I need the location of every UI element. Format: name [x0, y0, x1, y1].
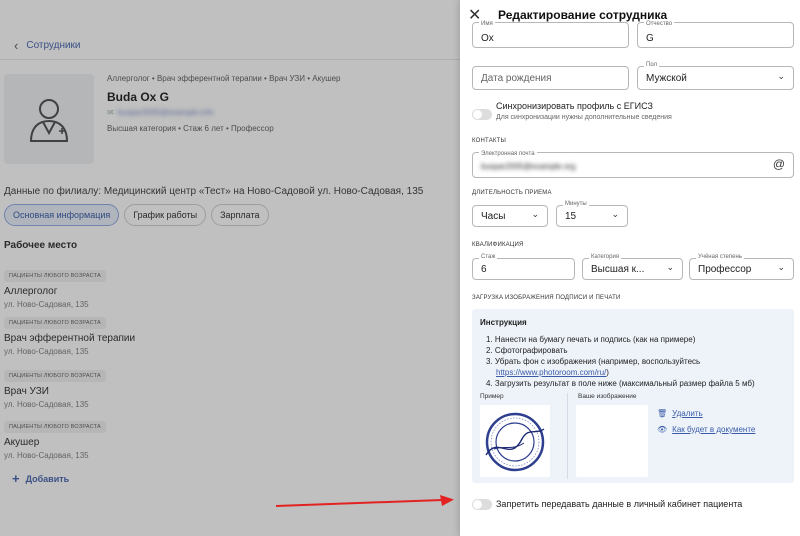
instruction-step: 2. Сфотографировать	[486, 346, 568, 355]
trash-icon: 🗑	[657, 409, 668, 418]
duration-section-title: Длительность приема	[472, 190, 552, 196]
forbid-data-toggle[interactable]	[472, 499, 492, 510]
email-label: Электронная почта	[479, 151, 537, 157]
sync-egisz-hint: Для синхронизации нужны дополнительные с…	[496, 114, 672, 121]
contacts-section-title: Контакты	[472, 138, 506, 144]
birthdate-field[interactable]: Дата рождения	[472, 66, 629, 90]
chevron-down-icon: ⌄	[777, 71, 785, 81]
delete-label: Удалить	[672, 409, 703, 418]
category-select[interactable]: Категория Высшая к... ⌄	[582, 254, 683, 280]
qualification-section-title: Квалификация	[472, 242, 524, 248]
instruction-step: 4. Загрузить результат в поле ниже (макс…	[486, 379, 755, 388]
preview-label: Как будет в документе	[672, 425, 756, 434]
patronymic-value: G	[646, 33, 654, 44]
instruction-link-tail: )	[606, 368, 609, 377]
category-value: Высшая к...	[591, 264, 645, 275]
experience-field[interactable]: Стаж 6	[472, 254, 575, 280]
modal-overlay[interactable]	[0, 0, 460, 536]
signature-upload-area[interactable]	[576, 405, 648, 477]
email-field[interactable]: Электронная почта buspar2005@example.org…	[472, 151, 794, 178]
example-label: Пример	[480, 393, 504, 400]
birthdate-placeholder: Дата рождения	[481, 73, 552, 84]
chevron-down-icon: ⌄	[777, 262, 785, 272]
instruction-panel: Инструкция 1. Нанести на бумагу печать и…	[472, 309, 794, 483]
gender-select[interactable]: Пол Мужской ⌄	[637, 62, 794, 90]
patronymic-label: Отчество	[644, 21, 675, 27]
divider	[567, 393, 568, 479]
instruction-step: 3. Убрать фон с изображения (например, в…	[486, 357, 701, 366]
gender-value: Мужской	[646, 73, 687, 84]
first-name-value: Ox	[481, 33, 494, 44]
upload-section-title: Загрузка изображения подписи и печати	[472, 295, 621, 301]
at-icon: @	[772, 157, 785, 171]
minutes-label: Минуты	[563, 201, 589, 207]
category-label: Категория	[589, 254, 622, 260]
photoroom-link[interactable]: https://www.photoroom.com/ru/	[496, 368, 606, 377]
sync-egisz-label: Синхронизировать профиль с ЕГИСЗ	[496, 101, 653, 111]
drawer-title: Редактирование сотрудника	[498, 8, 668, 22]
experience-label: Стаж	[479, 254, 498, 260]
experience-value: 6	[481, 264, 487, 275]
minutes-value: 15	[565, 211, 577, 222]
patronymic-field[interactable]: Отчество G	[637, 21, 794, 48]
hours-value: Часы	[481, 211, 506, 222]
first-name-field[interactable]: Имя Ox	[472, 21, 629, 48]
degree-value: Профессор	[698, 264, 752, 275]
delete-image-button[interactable]: 🗑 Удалить	[657, 409, 703, 418]
minutes-select[interactable]: Минуты 15 ⌄	[556, 201, 628, 227]
instruction-step: 1. Нанести на бумагу печать и подпись (к…	[486, 335, 696, 344]
annotation-arrow	[276, 495, 454, 507]
instruction-list: 1. Нанести на бумагу печать и подпись (к…	[486, 334, 755, 389]
edit-employee-drawer: ✕ Редактирование сотрудника Имя Ox Отчес…	[460, 0, 800, 536]
your-image-label: Ваше изображение	[578, 393, 637, 400]
degree-select[interactable]: Учёная степень Профессор ⌄	[689, 254, 794, 280]
preview-in-document-button[interactable]: 👁 Как будет в документе	[657, 425, 755, 434]
instruction-step-link: https://www.photoroom.com/ru/)	[486, 367, 755, 378]
sync-egisz-toggle[interactable]	[472, 109, 492, 120]
email-value: buspar2005@example.org	[481, 162, 576, 171]
chevron-down-icon: ⌄	[666, 262, 674, 272]
first-name-label: Имя	[479, 21, 495, 27]
degree-label: Учёная степень	[696, 254, 744, 260]
chevron-down-icon: ⌄	[531, 209, 539, 219]
chevron-down-icon: ⌄	[611, 209, 619, 219]
forbid-data-label: Запретить передавать данные в личный каб…	[496, 499, 743, 509]
example-stamp-image	[480, 405, 550, 477]
eye-icon: 👁	[657, 425, 668, 434]
hours-select[interactable]: Часы ⌄	[472, 205, 548, 227]
gender-label: Пол	[644, 62, 660, 68]
instruction-title: Инструкция	[480, 318, 527, 327]
